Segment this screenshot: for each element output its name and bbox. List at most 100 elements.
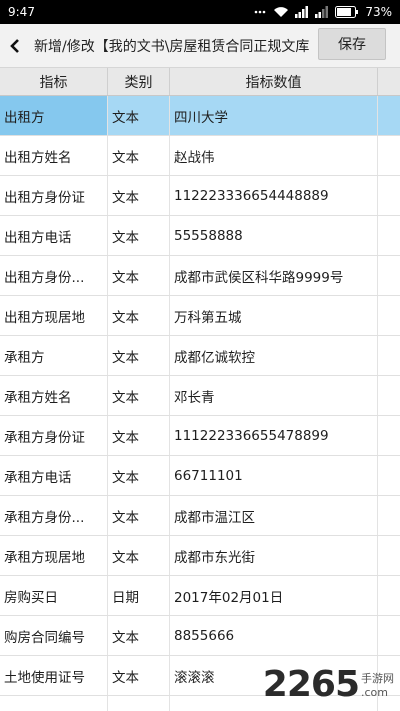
- cell-value[interactable]: 2017年02月01日: [170, 576, 378, 615]
- cell-spacer: [378, 496, 400, 535]
- battery-level: 73%: [365, 5, 392, 19]
- table-row[interactable]: 承租方 文本 成都亿诚软控: [0, 336, 400, 376]
- table-row[interactable]: 承租方身份... 文本 成都市温江区: [0, 496, 400, 536]
- table-row[interactable]: 出租方姓名 文本 赵战伟: [0, 136, 400, 176]
- cell-spacer: [378, 176, 400, 215]
- table-row[interactable]: 出租方身份... 文本 成都市武侯区科华路9999号: [0, 256, 400, 296]
- back-arrow-icon: [10, 38, 19, 53]
- cell-spacer: [378, 336, 400, 375]
- cell-type: 文本: [108, 256, 170, 295]
- header-type: 类别: [108, 68, 170, 95]
- cell-name: 承租方: [0, 336, 108, 375]
- cell-spacer: [378, 216, 400, 255]
- cell-spacer: [378, 616, 400, 655]
- cell-type: 文本: [108, 496, 170, 535]
- cell-type: 文本: [108, 416, 170, 455]
- cell-spacer: [378, 536, 400, 575]
- cell-spacer: [378, 416, 400, 455]
- cell-name: 承租方身份证: [0, 416, 108, 455]
- cell-type: 文本: [108, 136, 170, 175]
- status-icons: 73%: [253, 5, 392, 19]
- cell-value[interactable]: 111222336655478899: [170, 416, 378, 455]
- table-row[interactable]: 出租方身份证 文本 112223336654448889: [0, 176, 400, 216]
- cell-type: 文本: [108, 216, 170, 255]
- cell-type: 文本: [108, 376, 170, 415]
- table-row[interactable]: 承租方身份证 文本 111222336655478899: [0, 416, 400, 456]
- table-row[interactable]: 出租方现居地 文本 万科第五城: [0, 296, 400, 336]
- table-header: 指标 类别 指标数值: [0, 68, 400, 96]
- table-row[interactable]: [0, 696, 400, 711]
- cell-value[interactable]: 成都亿诚软控: [170, 336, 378, 375]
- page-title: 新增/修改【我的文书\房屋租赁合同正规文库: [34, 38, 310, 55]
- table-row[interactable]: 出租方电话 文本 55558888: [0, 216, 400, 256]
- cell-type: 文本: [108, 536, 170, 575]
- table-row[interactable]: 出租方 文本 四川大学: [0, 96, 400, 136]
- cell-value[interactable]: 成都市武侯区科华路9999号: [170, 256, 378, 295]
- cell-spacer: [378, 696, 400, 711]
- status-time: 9:47: [8, 5, 35, 19]
- cell-value[interactable]: 成都市东光街: [170, 536, 378, 575]
- cell-value[interactable]: 滚滚滚: [170, 656, 378, 695]
- cell-name: 出租方现居地: [0, 296, 108, 335]
- cell-name: 承租方现居地: [0, 536, 108, 575]
- cell-value[interactable]: 邓长青: [170, 376, 378, 415]
- cell-name: 出租方身份...: [0, 256, 108, 295]
- cell-value[interactable]: [170, 696, 378, 711]
- cell-spacer: [378, 456, 400, 495]
- cell-name: [0, 696, 108, 711]
- cell-type: 文本: [108, 616, 170, 655]
- battery-icon: [335, 6, 359, 18]
- cell-spacer: [378, 576, 400, 615]
- header-name: 指标: [0, 68, 108, 95]
- cell-name: 房购买日: [0, 576, 108, 615]
- dots-icon: [255, 10, 266, 14]
- cell-name: 承租方身份...: [0, 496, 108, 535]
- signal-icon-2: [315, 6, 329, 18]
- cell-type: 文本: [108, 336, 170, 375]
- toolbar: 新增/修改【我的文书\房屋租赁合同正规文库 保存: [0, 24, 400, 68]
- cell-value[interactable]: 万科第五城: [170, 296, 378, 335]
- table-row[interactable]: 承租方姓名 文本 邓长青: [0, 376, 400, 416]
- header-spacer: [378, 68, 400, 95]
- cell-value[interactable]: 112223336654448889: [170, 176, 378, 215]
- cell-spacer: [378, 136, 400, 175]
- header-value: 指标数值: [170, 68, 378, 95]
- cell-spacer: [378, 96, 400, 135]
- cell-type: 文本: [108, 456, 170, 495]
- cell-type: 文本: [108, 176, 170, 215]
- wifi-icon: [274, 7, 289, 17]
- table-row[interactable]: 土地使用证号 文本 滚滚滚: [0, 656, 400, 696]
- cell-spacer: [378, 296, 400, 335]
- table-row[interactable]: 承租方现居地 文本 成都市东光街: [0, 536, 400, 576]
- data-table: 指标 类别 指标数值 出租方 文本 四川大学 出租方姓名 文本 赵战伟 出租方身份证 文本 11…: [0, 68, 400, 711]
- cell-type: 文本: [108, 656, 170, 695]
- cell-name: 出租方身份证: [0, 176, 108, 215]
- cell-name: 出租方姓名: [0, 136, 108, 175]
- cell-name: 出租方电话: [0, 216, 108, 255]
- cell-name: 出租方: [0, 96, 108, 135]
- table-row[interactable]: 承租方电话 文本 66711101: [0, 456, 400, 496]
- back-button[interactable]: [0, 24, 30, 68]
- status-bar: 9:47 73%: [0, 0, 400, 24]
- cell-type: 文本: [108, 296, 170, 335]
- table-row[interactable]: 房购买日 日期 2017年02月01日: [0, 576, 400, 616]
- cell-value[interactable]: 8855666: [170, 616, 378, 655]
- cell-name: 承租方姓名: [0, 376, 108, 415]
- cell-value[interactable]: 成都市温江区: [170, 496, 378, 535]
- cell-type: 文本: [108, 96, 170, 135]
- cell-type: [108, 696, 170, 711]
- save-button[interactable]: 保存: [318, 28, 386, 60]
- signal-icon: [295, 6, 309, 18]
- cell-type: 日期: [108, 576, 170, 615]
- cell-value[interactable]: 赵战伟: [170, 136, 378, 175]
- cell-name: 承租方电话: [0, 456, 108, 495]
- cell-name: 购房合同编号: [0, 616, 108, 655]
- cell-value[interactable]: 四川大学: [170, 96, 378, 135]
- cell-spacer: [378, 656, 400, 695]
- cell-spacer: [378, 376, 400, 415]
- cell-name: 土地使用证号: [0, 656, 108, 695]
- table-row[interactable]: 购房合同编号 文本 8855666: [0, 616, 400, 656]
- cell-spacer: [378, 256, 400, 295]
- cell-value[interactable]: 55558888: [170, 216, 378, 255]
- cell-value[interactable]: 66711101: [170, 456, 378, 495]
